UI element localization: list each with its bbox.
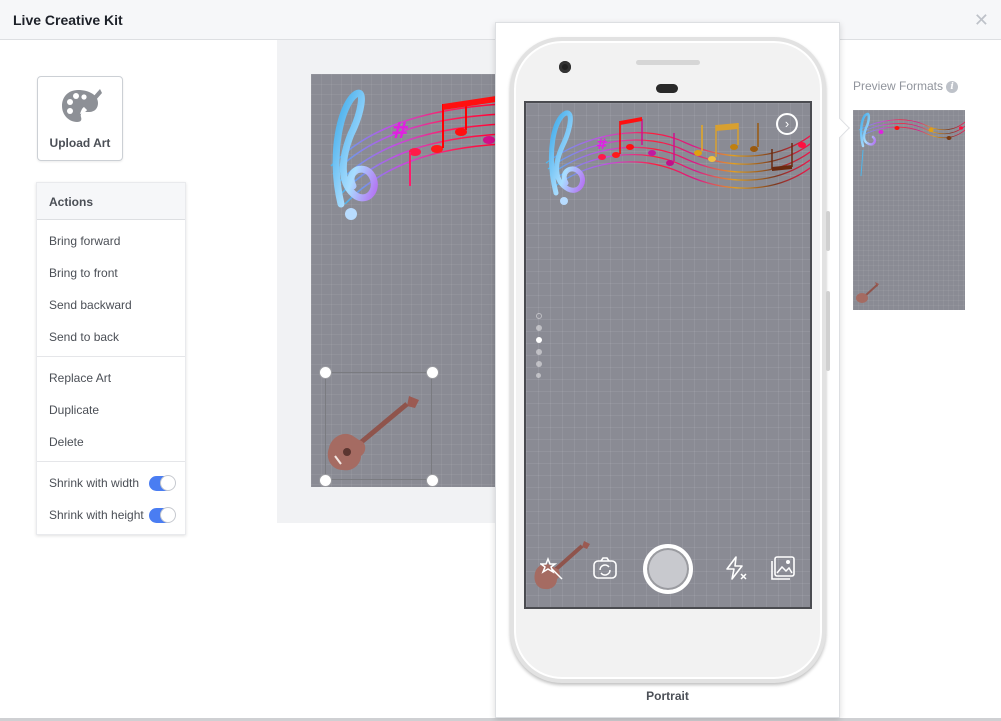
send-to-back-action[interactable]: Send to back [49,330,119,344]
phone-speaker [636,60,700,65]
filter-dot[interactable] [536,373,541,378]
preview-formats-text: Preview Formats [853,79,944,93]
upload-art-label: Upload Art [49,136,111,150]
actions-divider [37,356,185,357]
duplicate-action[interactable]: Duplicate [49,403,99,417]
svg-text:#: # [391,119,409,144]
filter-dot[interactable] [536,361,542,367]
flip-camera-icon[interactable] [592,555,618,581]
send-backward-action[interactable]: Send backward [49,298,132,312]
format-label: Portrait [646,689,689,703]
music-staff-preview: # [545,110,810,205]
filter-dots [536,313,544,384]
flash-off-icon[interactable] [722,555,748,581]
dialog-title: Live Creative Kit [13,12,123,28]
replace-art-action[interactable]: Replace Art [49,371,111,385]
palette-icon [62,89,102,122]
close-icon[interactable]: ✕ [974,10,989,31]
live-creative-kit-dialog: Live Creative Kit ✕ Upload Art Actions B… [0,0,1001,721]
bring-to-front-action[interactable]: Bring to front [49,266,118,280]
phone-camera [559,61,571,73]
chevron-right-icon[interactable]: › [776,113,798,135]
thumbnail-art [856,112,965,303]
resize-handle-top-right[interactable] [426,366,439,379]
toggle-knob [160,507,176,523]
filter-dot[interactable] [536,313,542,319]
filter-dot[interactable] [536,325,542,331]
popover-arrow [830,118,850,138]
actions-panel: Actions Bring forward Bring to front Sen… [36,182,186,535]
shrink-with-width-toggle[interactable] [149,475,176,491]
phone-mockup: # › [510,37,830,683]
delete-action[interactable]: Delete [49,435,84,449]
info-icon[interactable]: i [946,81,959,93]
gallery-icon[interactable] [770,555,796,581]
phone-side-button [826,211,830,251]
phone-side-button [826,291,830,371]
svg-text:#: # [596,137,608,153]
filter-dot-active[interactable] [536,337,542,343]
shrink-with-height-label: Shrink with height [49,508,144,522]
upload-art-button[interactable]: Upload Art [37,76,123,161]
portrait-preview-card: # › Portrait [495,22,850,718]
toggle-knob [160,475,176,491]
shrink-with-width-label: Shrink with width [49,476,140,490]
actions-header: Actions [37,183,185,220]
resize-handle-bottom-left[interactable] [319,474,332,487]
filter-dot[interactable] [536,349,542,355]
shutter-button[interactable] [643,544,693,594]
effects-icon[interactable] [540,555,566,581]
preview-formats-label: Preview Formats i [853,79,959,93]
portrait-format-thumbnail[interactable] [853,110,965,310]
resize-handle-top-left[interactable] [319,366,332,379]
actions-divider [37,461,185,462]
phone-sensor [656,84,678,93]
selection-box[interactable] [325,372,432,480]
shrink-with-height-toggle[interactable] [149,507,176,523]
resize-handle-bottom-right[interactable] [426,474,439,487]
bring-forward-action[interactable]: Bring forward [49,234,120,248]
phone-screen: # › [524,101,812,609]
